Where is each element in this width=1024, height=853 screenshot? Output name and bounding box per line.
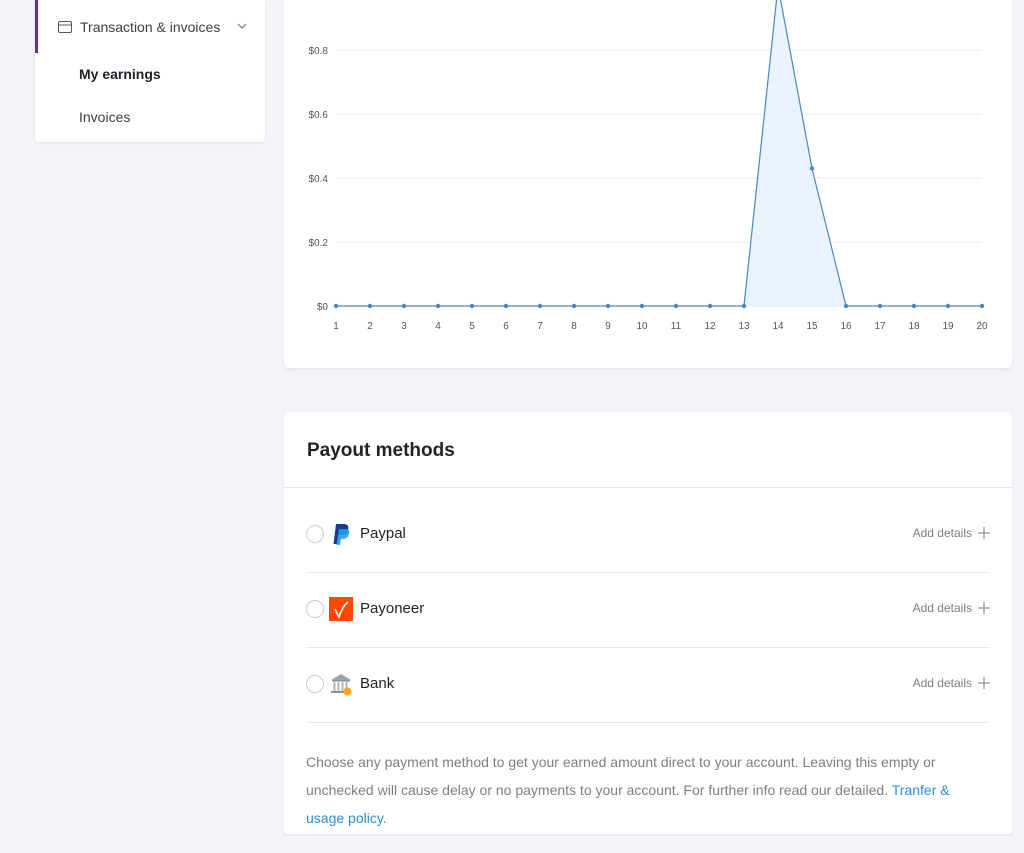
sidebar-item-my-earnings[interactable]: My earnings xyxy=(79,66,161,82)
x-tick-label: 9 xyxy=(605,321,611,332)
x-tick-label: 2 xyxy=(367,321,373,332)
policy-description: Choose any payment method to get your ea… xyxy=(306,754,936,798)
x-tick-label: 18 xyxy=(908,321,920,332)
x-tick-label: 4 xyxy=(435,321,441,332)
series-line xyxy=(336,0,982,307)
data-point xyxy=(469,303,475,309)
payout-method-payoneer[interactable]: Payoneer Add details xyxy=(306,573,990,648)
chevron-down-icon[interactable] xyxy=(237,21,247,31)
data-point xyxy=(707,303,713,309)
x-tick-label: 19 xyxy=(942,321,954,332)
payout-title: Payout methods xyxy=(307,440,455,461)
sidebar-group-label: Transaction & invoices xyxy=(80,18,221,35)
area-fill xyxy=(336,0,982,306)
payout-method-name: Payoneer xyxy=(360,600,425,617)
data-point xyxy=(639,303,645,309)
x-tick-label: 12 xyxy=(704,321,716,332)
x-tick-label: 5 xyxy=(469,321,475,332)
data-point xyxy=(809,166,815,171)
add-details-label: Add details xyxy=(912,601,972,615)
add-details-button[interactable]: Add details xyxy=(913,676,990,690)
data-point xyxy=(877,303,883,309)
plus-icon xyxy=(978,602,990,614)
x-tick-label: 11 xyxy=(671,321,682,332)
data-point xyxy=(571,303,577,309)
data-point xyxy=(605,303,611,309)
payoneer-icon xyxy=(329,597,353,621)
plus-icon xyxy=(978,677,990,689)
x-tick-label: 6 xyxy=(503,321,509,332)
add-details-button[interactable]: Add details xyxy=(913,526,990,540)
x-tick-label: 8 xyxy=(571,321,577,332)
radio-bank[interactable] xyxy=(306,675,324,693)
data-point xyxy=(537,303,543,309)
y-tick-label: $0.8 xyxy=(309,46,329,57)
data-point xyxy=(367,303,373,309)
data-point xyxy=(673,303,679,309)
sidebar-panel: Transaction & invoices My earnings Invoi… xyxy=(35,0,265,142)
data-point xyxy=(843,303,849,309)
plus-icon xyxy=(978,527,990,539)
data-point xyxy=(741,303,747,309)
y-tick-label: $0 xyxy=(317,302,329,313)
payout-method-name: Paypal xyxy=(360,525,406,542)
divider xyxy=(284,487,1012,488)
payout-methods-card: Payout methods Paypal Add details Payone… xyxy=(284,412,1012,834)
y-tick-label: $0.4 xyxy=(309,174,329,185)
add-details-label: Add details xyxy=(912,526,972,540)
y-tick-label: $0.6 xyxy=(309,110,329,121)
x-tick-label: 10 xyxy=(636,321,648,332)
data-point xyxy=(401,303,407,309)
data-point xyxy=(503,303,509,309)
x-tick-label: 16 xyxy=(840,321,852,332)
data-point xyxy=(979,303,985,309)
earnings-chart-card: $0 $0.2 $0.4 $0.6 $0.8 1 2 3 4 5 6 7 8 9 10 11 12 13 14 15 1… xyxy=(284,0,1012,368)
x-tick-label: 20 xyxy=(976,321,988,332)
sidebar-group-transactions[interactable]: Transaction & invoices xyxy=(35,0,265,53)
data-point xyxy=(945,303,951,309)
bank-icon xyxy=(331,674,352,696)
payout-method-bank[interactable]: Bank Add details xyxy=(306,648,990,723)
y-tick-label: $0.2 xyxy=(309,238,329,249)
x-tick-label: 1 xyxy=(333,321,339,332)
earnings-chart: $0$0.2$0.4$0.6$0.81 2 3 4 5 6 7 8 9 10 11 12 13 14 15 1… xyxy=(309,0,988,332)
x-tick-label: 13 xyxy=(738,321,750,332)
radio-payoneer[interactable] xyxy=(306,600,324,618)
x-tick-label: 15 xyxy=(806,321,818,332)
data-point xyxy=(435,303,441,309)
paypal-icon xyxy=(333,524,350,545)
sidebar-item-invoices[interactable]: Invoices xyxy=(79,109,130,125)
x-tick-label: 17 xyxy=(874,321,886,332)
payout-method-name: Bank xyxy=(360,675,395,692)
x-tick-label: 7 xyxy=(537,321,543,332)
data-point xyxy=(333,303,339,309)
data-point xyxy=(911,303,917,309)
invoice-icon xyxy=(58,20,72,33)
add-details-button[interactable]: Add details xyxy=(913,601,990,615)
x-tick-label: 14 xyxy=(772,321,784,332)
payout-method-paypal[interactable]: Paypal Add details xyxy=(306,498,990,573)
add-details-label: Add details xyxy=(912,676,972,690)
payout-policy-text: Choose any payment method to get your ea… xyxy=(306,748,990,832)
x-tick-label: 3 xyxy=(401,321,407,332)
radio-paypal[interactable] xyxy=(306,525,324,543)
